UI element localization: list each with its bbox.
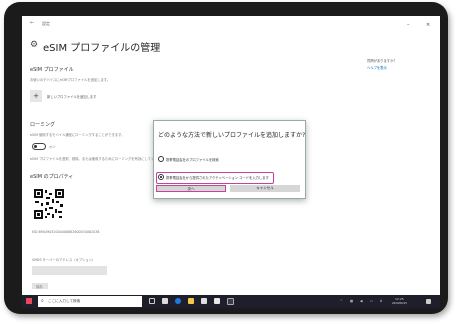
add-profile-dialog: どのような方法で新しいプロファイルを追加しますか? 携帯電話会社のプロファイルを… — [153, 120, 306, 199]
radio-activation-code[interactable] — [158, 174, 164, 180]
radio-search-profile[interactable] — [158, 156, 164, 162]
save-button[interactable]: 保存 — [32, 283, 48, 289]
tray-chevron-icon[interactable]: ^ — [340, 299, 343, 303]
qr-code — [34, 189, 64, 219]
next-button[interactable]: 次へ — [156, 185, 226, 192]
smds-address-input[interactable] — [32, 266, 107, 275]
tablet-frame: ← 設定 – × ⚙ eSIM プロファイルの管理 質問がありますか？ ヘルプを… — [4, 2, 448, 314]
clock-date[interactable]: 2020/06/15 — [392, 302, 407, 305]
back-button[interactable]: ← — [30, 20, 34, 26]
dialog-title: どのような方法で新しいプロファイルを追加しますか? — [158, 132, 306, 139]
task-view-icon[interactable] — [149, 298, 155, 304]
add-profile-button[interactable]: + 新しいプロファイルを追加します — [30, 90, 110, 102]
help-link[interactable]: ヘルプを表示 — [367, 65, 387, 70]
input-language[interactable]: A — [380, 299, 382, 303]
store-icon[interactable] — [201, 298, 207, 304]
mail-icon[interactable] — [214, 298, 220, 304]
option-search-label: 携帯電話会社のプロファイルを検索 — [166, 158, 219, 162]
page-title: eSIM プロファイルの管理 — [43, 43, 161, 54]
file-explorer-icon[interactable] — [188, 298, 194, 304]
option-activation-label: 携帯電話会社から提供されたアクティベーション コードを入力します — [166, 176, 269, 180]
clock-time[interactable]: 12:25 — [395, 297, 404, 301]
help-heading: 質問がありますか？ — [367, 59, 397, 63]
save-button-label: 保存 — [36, 285, 43, 289]
app-icon[interactable] — [162, 298, 168, 304]
roaming-heading: ローミング — [30, 122, 56, 128]
toggle-knob — [34, 145, 37, 148]
taskbar: ⌕ ここに入力して検索 ^ ▦ ◀ ▭ A 12:25 2020/06/15 — [22, 295, 440, 308]
roaming-note: eSIM プロファイルを選択、削除、または使用するためにローミングを有効にしてく… — [30, 157, 153, 161]
battery-icon[interactable]: ▭ — [370, 299, 373, 303]
settings-icon[interactable] — [227, 298, 234, 305]
roaming-toggle[interactable] — [32, 143, 46, 150]
windows-start-icon[interactable] — [26, 298, 32, 304]
gear-icon: ⚙ — [30, 40, 39, 50]
esim-profiles-heading: eSIM プロファイル — [30, 67, 74, 73]
network-icon[interactable]: ▦ — [350, 299, 353, 303]
close-button[interactable]: × — [426, 22, 430, 28]
notification-icon[interactable] — [426, 299, 431, 304]
add-profile-label: 新しいプロファイルを追加します — [47, 95, 97, 99]
roaming-description: eSIM 使用するモバイル通信にローミングすることができます。 — [30, 133, 125, 137]
minimize-button[interactable]: – — [407, 22, 410, 28]
plus-icon: + — [30, 90, 42, 102]
taskbar-search-box[interactable]: ⌕ ここに入力して検索 — [38, 296, 142, 307]
esim-profiles-description: お使いのデバイスにeSIMプロファイルを追加します。 — [30, 78, 111, 82]
roaming-toggle-label: オン — [49, 145, 56, 149]
edge-browser-icon[interactable] — [175, 298, 181, 304]
eid-value: EID:89049032004008882600034062038 — [32, 230, 100, 234]
app-name: 設定 — [42, 21, 50, 26]
screen: ← 設定 – × ⚙ eSIM プロファイルの管理 質問がありますか？ ヘルプを… — [22, 16, 440, 308]
volume-icon[interactable]: ◀ — [360, 299, 362, 303]
smds-field-label: SMDS サーバーのアドレス（オプション） — [32, 258, 96, 262]
search-placeholder: ここに入力して検索 — [48, 299, 81, 303]
search-icon: ⌕ — [41, 298, 44, 304]
esim-properties-heading: eSIM のプロパティ — [30, 174, 74, 180]
cancel-button[interactable]: キャンセル — [230, 185, 300, 192]
